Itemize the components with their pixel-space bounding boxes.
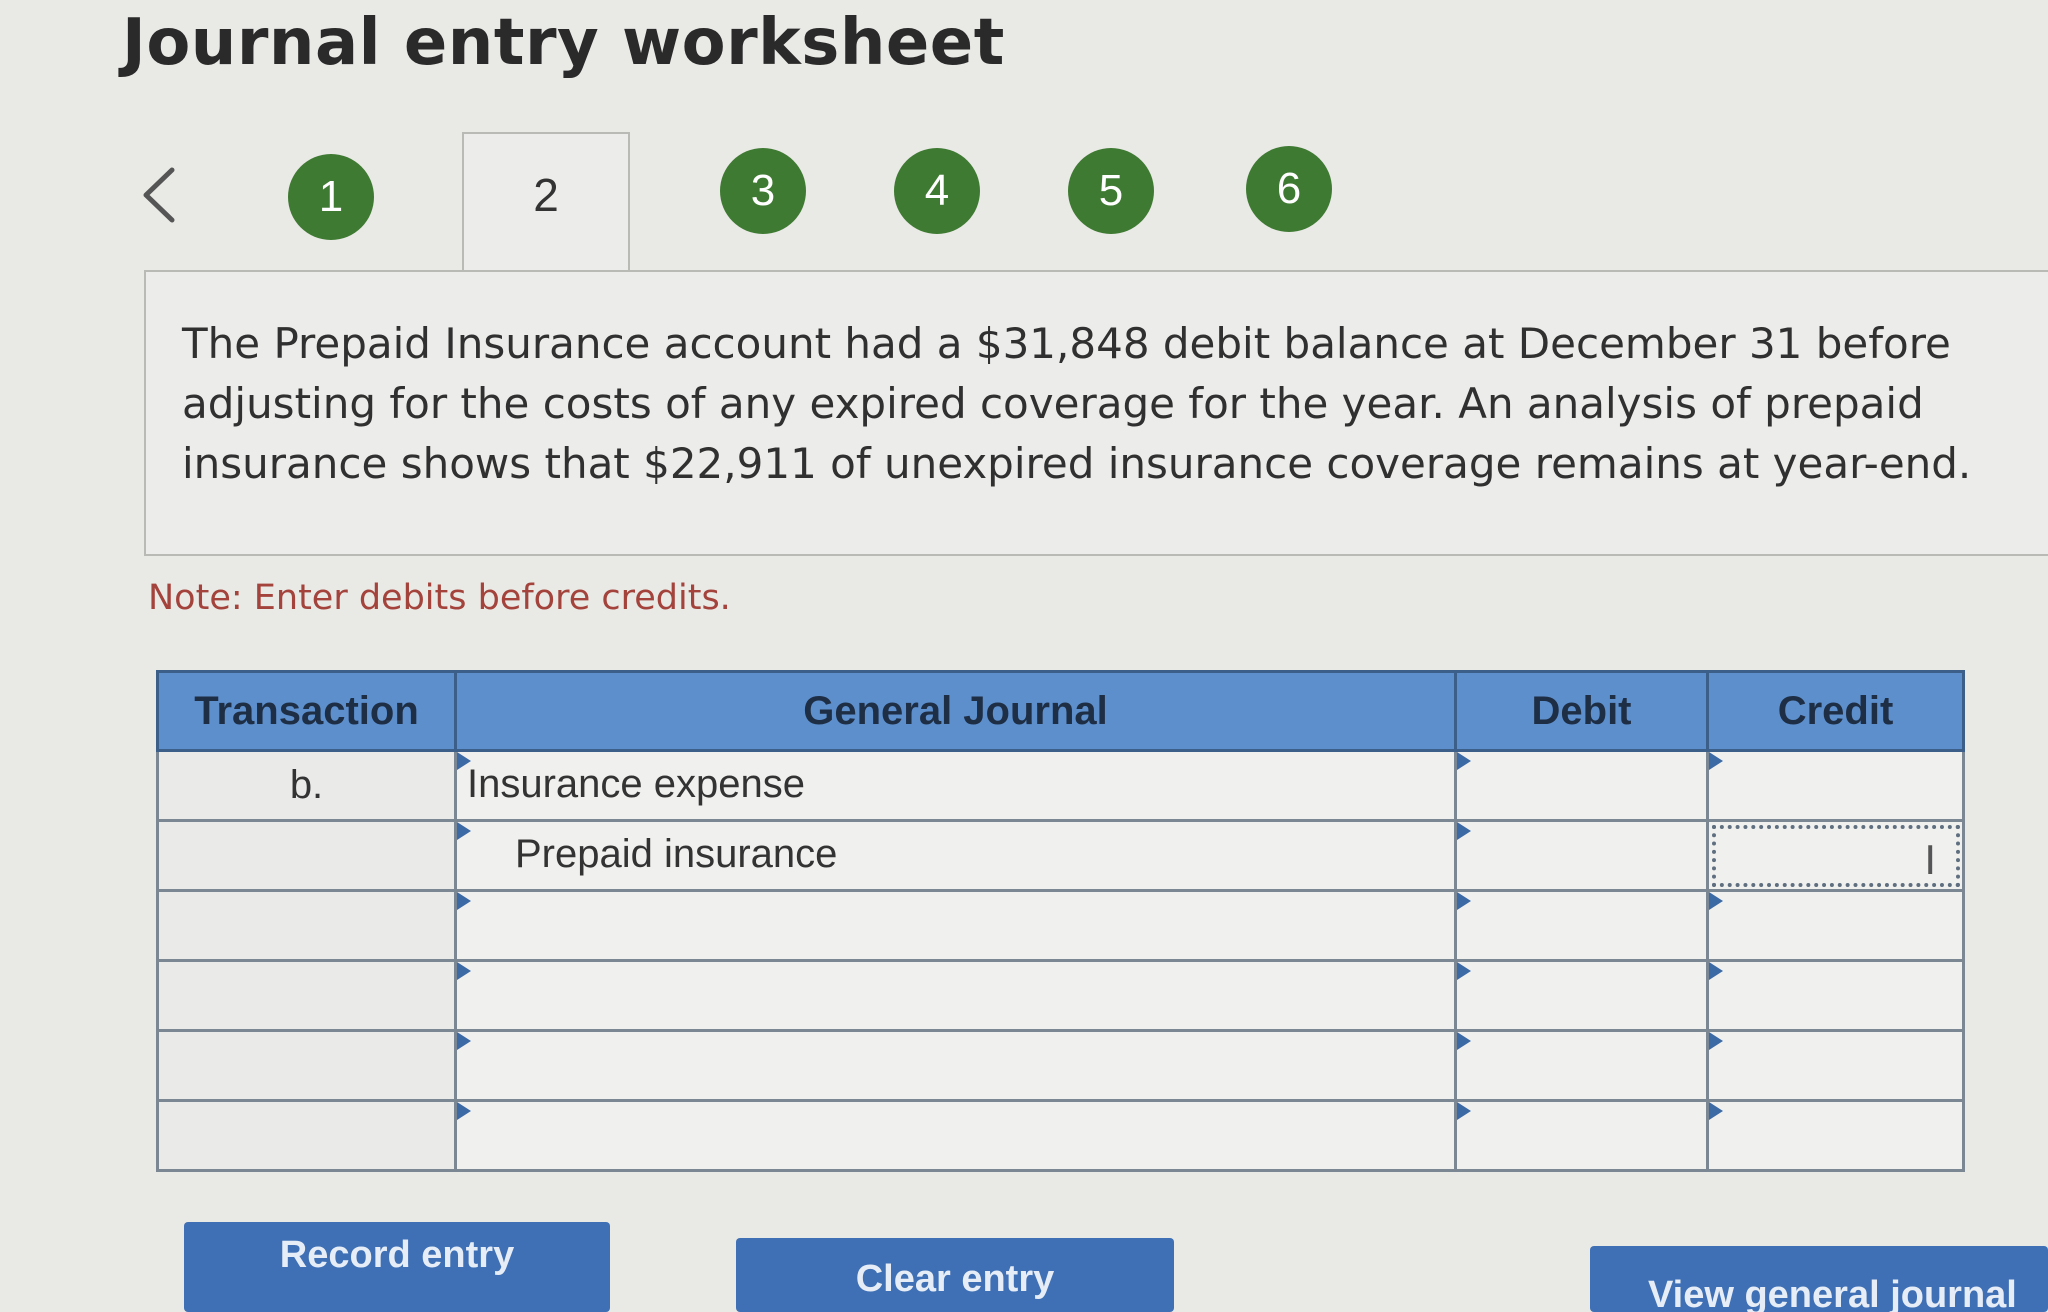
cell-flag-icon [1457,1102,1471,1120]
account-field[interactable] [454,1029,1457,1102]
problem-panel: The Prepaid Insurance account had a $31,… [144,270,2048,556]
cell-flag-icon [1709,1102,1723,1120]
cell-flag-icon [1709,1032,1723,1050]
account-field[interactable] [454,1099,1457,1172]
account-field[interactable] [454,889,1457,962]
account-field[interactable] [454,959,1457,1032]
view-general-journal-button[interactable]: View general journal [1590,1246,2048,1312]
cell-flag-icon [1457,822,1471,840]
cell-flag-icon [1457,1032,1471,1050]
header-general-journal: General Journal [454,670,1457,752]
transaction-cell [156,819,457,892]
header-debit: Debit [1454,670,1709,752]
transaction-cell: b. [156,749,457,822]
credit-field[interactable] [1706,959,1965,1032]
cell-flag-icon [1709,962,1723,980]
debit-field[interactable] [1454,819,1709,892]
transaction-cell [156,959,457,1032]
account-name: Prepaid insurance [515,832,838,876]
credit-field[interactable] [1706,889,1965,962]
clear-entry-button[interactable]: Clear entry [736,1238,1174,1312]
header-credit: Credit [1706,670,1965,752]
account-name: Insurance expense [467,762,806,806]
cell-flag-icon [457,822,471,840]
account-field[interactable]: Insurance expense [454,749,1457,822]
problem-text: The Prepaid Insurance account had a $31,… [182,319,1972,488]
account-field[interactable]: Prepaid insurance [454,819,1457,892]
debit-field[interactable] [1454,1099,1709,1172]
page-title: Journal entry worksheet [122,6,1005,80]
entry-tabs: 1 2 3 4 5 6 [0,130,2048,272]
tab-5[interactable]: 5 [1068,148,1154,234]
cell-flag-icon [457,962,471,980]
table-row [156,1029,1965,1102]
tab-6[interactable]: 6 [1246,146,1332,232]
table-row: b. Insurance expense [156,749,1965,822]
table-row [156,1099,1965,1172]
transaction-cell [156,1099,457,1172]
debit-field[interactable] [1454,959,1709,1032]
header-transaction: Transaction [156,670,457,752]
chevron-left-icon[interactable] [130,160,190,230]
cell-flag-icon [1457,892,1471,910]
transaction-cell [156,889,457,962]
cell-flag-icon [1709,752,1723,770]
table-row [156,889,1965,962]
cell-flag-icon [1457,752,1471,770]
tab-4[interactable]: 4 [894,148,980,234]
tab-3[interactable]: 3 [720,148,806,234]
note-text: Note: Enter debits before credits. [148,578,731,618]
transaction-cell [156,1029,457,1102]
journal-table: Transaction General Journal Debit Credit… [156,670,1965,1172]
journal-header-row: Transaction General Journal Debit Credit [156,670,1965,752]
record-entry-button[interactable]: Record entry [184,1222,610,1312]
text-cursor-icon: I [1924,836,1936,883]
tab-2[interactable]: 2 [462,132,630,272]
cell-flag-icon [1457,962,1471,980]
table-row [156,959,1965,1032]
credit-field[interactable] [1706,749,1965,822]
cell-flag-icon [457,1032,471,1050]
debit-field[interactable] [1454,889,1709,962]
table-row: Prepaid insurance I [156,819,1965,892]
debit-field[interactable] [1454,749,1709,822]
credit-field-focused[interactable]: I [1706,819,1965,892]
credit-field[interactable] [1706,1099,1965,1172]
cell-flag-icon [457,1102,471,1120]
credit-field[interactable] [1706,1029,1965,1102]
tab-1[interactable]: 1 [288,154,374,240]
cell-flag-icon [1709,892,1723,910]
debit-field[interactable] [1454,1029,1709,1102]
cell-flag-icon [457,892,471,910]
